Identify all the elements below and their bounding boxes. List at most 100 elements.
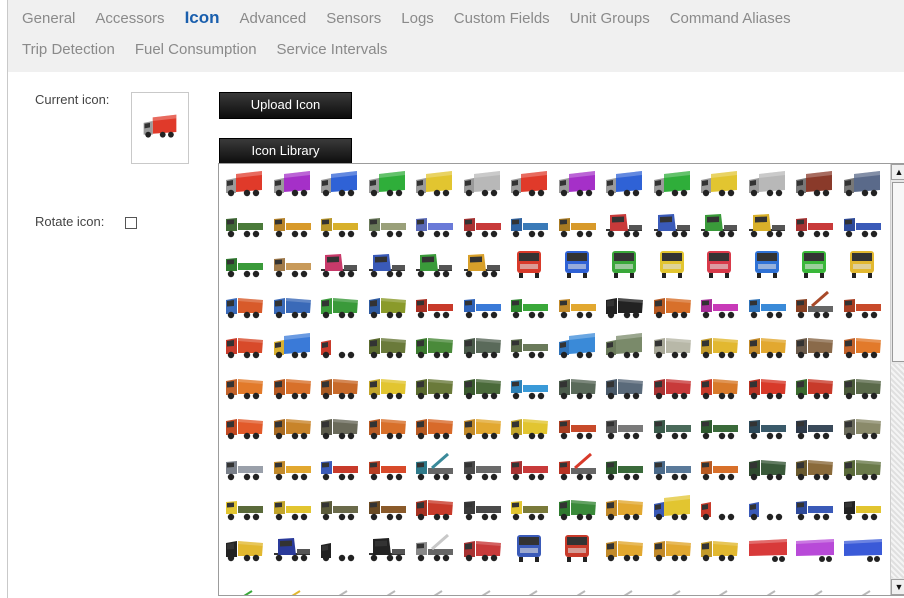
truck-icon-flatbed[interactable] (507, 490, 551, 526)
truck-icon-front[interactable] (745, 247, 789, 283)
truck-icon-dump[interactable] (745, 369, 789, 405)
truck-icon-box-truck[interactable] (460, 166, 504, 202)
truck-icon-box-truck[interactable] (317, 531, 361, 567)
truck-icon-partial[interactable] (365, 571, 409, 595)
icon-library-scrollbar[interactable]: ▲ ▼ (890, 164, 904, 595)
truck-icon-box-truck[interactable] (365, 166, 409, 202)
truck-icon-dump[interactable] (270, 409, 314, 445)
truck-icon-flatbed[interactable] (222, 490, 266, 526)
truck-icon-crane[interactable] (792, 288, 836, 324)
truck-icon-dump[interactable] (365, 409, 409, 445)
icon-library-button[interactable]: Icon Library (219, 138, 352, 165)
truck-icon-dump[interactable] (222, 369, 266, 405)
truck-icon-partial[interactable] (602, 571, 646, 595)
truck-icon-dump[interactable] (602, 288, 646, 324)
truck-icon-flatbed[interactable] (650, 450, 694, 486)
truck-icon-crane[interactable] (555, 450, 599, 486)
truck-icon-trailer[interactable] (840, 531, 884, 567)
truck-icon-front[interactable] (555, 531, 599, 567)
truck-icon-flatbed[interactable] (412, 288, 456, 324)
truck-icon-flatbed[interactable] (460, 490, 504, 526)
truck-icon-flatbed[interactable] (555, 207, 599, 243)
truck-icon-trailer[interactable] (792, 531, 836, 567)
scrollbar-track[interactable] (891, 364, 904, 578)
tab-trip-detection[interactable]: Trip Detection (22, 41, 115, 58)
truck-icon-semi[interactable] (412, 247, 456, 283)
truck-icon-dump[interactable] (792, 328, 836, 364)
truck-icon-flatbed[interactable] (602, 450, 646, 486)
truck-icon-box-truck[interactable] (317, 328, 361, 364)
truck-icon-flatbed[interactable] (460, 450, 504, 486)
truck-icon-dump[interactable] (792, 369, 836, 405)
truck-icon-flatbed[interactable] (460, 207, 504, 243)
truck-icon-front[interactable] (507, 531, 551, 567)
truck-icon-box-truck[interactable] (222, 166, 266, 202)
truck-icon-dump[interactable] (555, 490, 599, 526)
truck-icon-dump[interactable] (460, 409, 504, 445)
truck-icon-dump[interactable] (602, 369, 646, 405)
truck-icon-front[interactable] (507, 247, 551, 283)
truck-icon-box-truck[interactable] (650, 166, 694, 202)
tab-sensors[interactable]: Sensors (326, 10, 381, 27)
truck-icon-box-truck[interactable] (507, 166, 551, 202)
tab-command-aliases[interactable]: Command Aliases (670, 10, 791, 27)
truck-icon-flatbed[interactable] (840, 207, 884, 243)
truck-icon-flatbed[interactable] (840, 490, 884, 526)
truck-icon-partial[interactable] (507, 571, 551, 595)
truck-icon-dump[interactable] (555, 369, 599, 405)
truck-icon-flatbed[interactable] (365, 490, 409, 526)
truck-icon-flatbed[interactable] (507, 288, 551, 324)
truck-icon-semi[interactable] (365, 531, 409, 567)
truck-icon-partial[interactable] (555, 571, 599, 595)
truck-icon-flatbed[interactable] (745, 409, 789, 445)
truck-icon-semi[interactable] (317, 247, 361, 283)
truck-icon-dump[interactable] (222, 409, 266, 445)
truck-icon-flatbed[interactable] (365, 450, 409, 486)
truck-icon-box-truck[interactable] (697, 166, 741, 202)
truck-icon-box-truck[interactable] (745, 490, 789, 526)
truck-icon-dump[interactable] (270, 288, 314, 324)
truck-icon-dump[interactable] (650, 369, 694, 405)
truck-icon-flatbed[interactable] (222, 247, 266, 283)
truck-icon-partial[interactable] (840, 571, 884, 595)
arrow-down-icon[interactable]: ▼ (891, 579, 904, 595)
truck-icon-partial[interactable] (745, 571, 789, 595)
truck-icon-box-truck[interactable] (745, 166, 789, 202)
tab-custom-fields[interactable]: Custom Fields (454, 10, 550, 27)
truck-icon-semi[interactable] (602, 207, 646, 243)
tab-unit-groups[interactable]: Unit Groups (570, 10, 650, 27)
truck-icon-front[interactable] (650, 247, 694, 283)
truck-icon-box-truck[interactable] (602, 328, 646, 364)
truck-icon-box-truck[interactable] (840, 166, 884, 202)
truck-icon-flatbed[interactable] (650, 409, 694, 445)
truck-icon-flatbed[interactable] (745, 288, 789, 324)
truck-icon-dump[interactable] (365, 369, 409, 405)
truck-icon-flatbed[interactable] (840, 288, 884, 324)
truck-icon-dump[interactable] (222, 328, 266, 364)
truck-icon-flatbed[interactable] (507, 207, 551, 243)
truck-icon-trailer[interactable] (745, 531, 789, 567)
truck-icon-partial[interactable] (697, 571, 741, 595)
truck-icon-flatbed[interactable] (792, 207, 836, 243)
truck-icon-dump[interactable] (697, 369, 741, 405)
truck-icon-box-truck[interactable] (270, 166, 314, 202)
truck-icon-dump[interactable] (650, 328, 694, 364)
truck-icon-dump[interactable] (697, 531, 741, 567)
truck-icon-front[interactable] (697, 247, 741, 283)
truck-icon-flatbed[interactable] (412, 207, 456, 243)
truck-icon-dump[interactable] (317, 288, 361, 324)
truck-icon-flatbed[interactable] (317, 490, 361, 526)
truck-icon-flatbed[interactable] (507, 369, 551, 405)
truck-icon-flatbed[interactable] (270, 247, 314, 283)
truck-icon-partial[interactable] (222, 571, 266, 595)
truck-icon-box-truck[interactable] (697, 490, 741, 526)
truck-icon-flatbed[interactable] (555, 409, 599, 445)
truck-icon-semi[interactable] (745, 207, 789, 243)
truck-icon-partial[interactable] (412, 571, 456, 595)
truck-icon-dump[interactable] (412, 369, 456, 405)
truck-icon-dump[interactable] (602, 490, 646, 526)
truck-icon-dump[interactable] (507, 409, 551, 445)
truck-icon-crane[interactable] (412, 531, 456, 567)
truck-icon-flatbed[interactable] (602, 409, 646, 445)
truck-icon-flatbed[interactable] (460, 288, 504, 324)
